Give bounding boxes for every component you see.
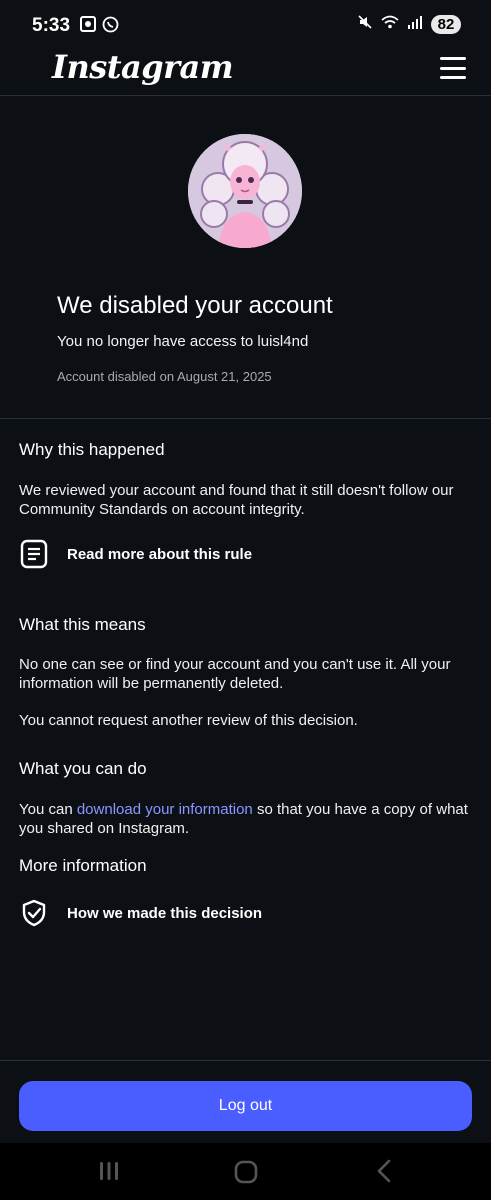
instagram-logo: Instagram bbox=[52, 48, 234, 86]
account-access-message: You no longer have access to luisl4nd bbox=[57, 333, 309, 350]
hamburger-menu-icon[interactable] bbox=[440, 57, 466, 79]
logout-button[interactable]: Log out bbox=[19, 1081, 472, 1131]
disabled-date: Account disabled on August 21, 2025 bbox=[57, 369, 272, 384]
shield-check-icon bbox=[19, 898, 49, 928]
how-decision-made-link[interactable]: How we made this decision bbox=[19, 898, 262, 928]
app-header: Instagram bbox=[0, 48, 491, 96]
read-more-rule-link[interactable]: Read more about this rule bbox=[19, 539, 252, 569]
means-description: No one can see or find your account and … bbox=[19, 656, 451, 692]
mute-icon bbox=[357, 14, 373, 35]
can-do-description: You can download your information so tha… bbox=[19, 800, 479, 838]
battery-indicator: 82 bbox=[431, 15, 461, 34]
why-description: We reviewed your account and found that … bbox=[19, 482, 454, 518]
section-title-can-do: What you can do bbox=[19, 759, 147, 778]
section-title-more: More information bbox=[19, 856, 147, 875]
divider bbox=[0, 1060, 491, 1061]
avatar bbox=[188, 134, 302, 248]
signal-icon bbox=[407, 15, 423, 34]
whatsapp-icon bbox=[102, 16, 119, 38]
how-decision-made-label: How we made this decision bbox=[67, 904, 263, 922]
recent-apps-icon[interactable] bbox=[97, 1159, 121, 1188]
wifi-icon bbox=[381, 15, 399, 34]
gallery-icon bbox=[80, 16, 96, 38]
page-title: We disabled your account bbox=[57, 292, 333, 319]
section-title-means: What this means bbox=[19, 615, 146, 634]
home-icon[interactable] bbox=[233, 1159, 259, 1190]
divider bbox=[0, 418, 491, 419]
read-more-rule-label: Read more about this rule bbox=[67, 545, 253, 563]
system-nav-bar bbox=[0, 1143, 491, 1200]
back-icon[interactable] bbox=[374, 1159, 394, 1188]
status-time: 5:33 bbox=[32, 15, 71, 36]
review-notice: You cannot request another review of thi… bbox=[19, 712, 358, 729]
document-icon bbox=[19, 539, 49, 569]
status-bar: 5:33 82 bbox=[0, 0, 491, 52]
section-title-why: Why this happened bbox=[19, 440, 165, 459]
download-information-link[interactable]: download your information bbox=[77, 801, 253, 818]
can-do-prefix: You can bbox=[19, 801, 77, 818]
